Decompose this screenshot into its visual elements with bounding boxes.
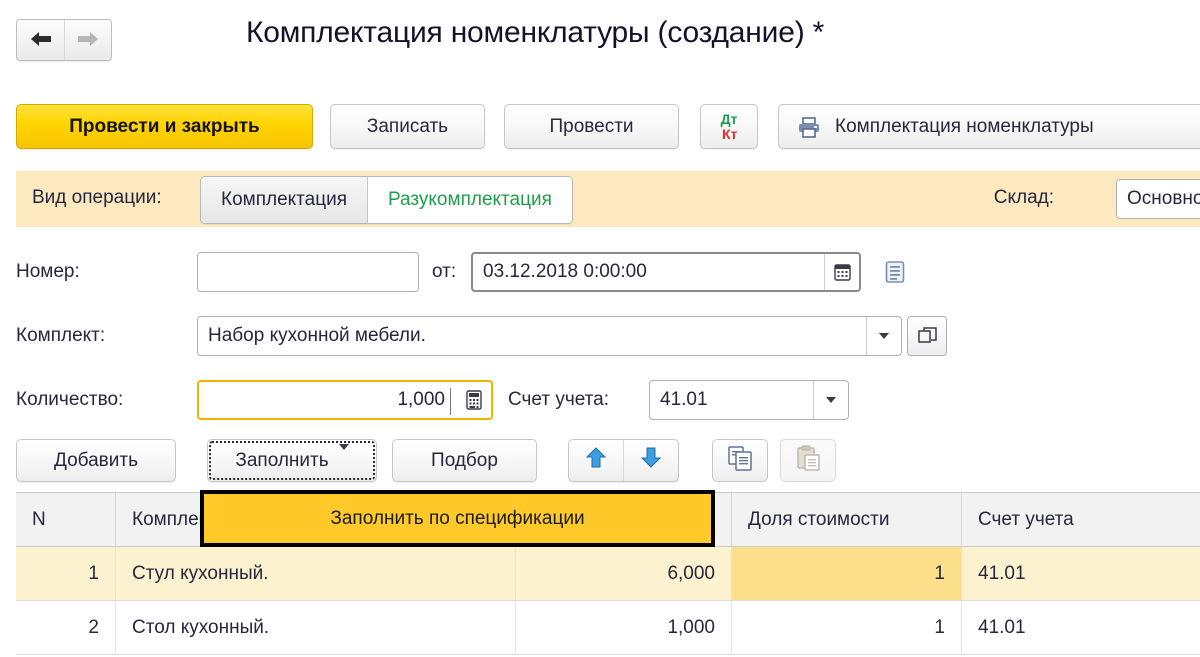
copy-button[interactable] — [712, 439, 768, 482]
operation-type-strip: Вид операции: Комплектация Разукомплекта… — [16, 171, 1200, 227]
arrow-down-icon — [640, 446, 662, 475]
fill-dropdown-menu: Заполнить по спецификации — [200, 490, 715, 547]
page-title: Комплектация номенклатуры (создание) * — [246, 16, 824, 50]
arrow-left-icon — [28, 30, 54, 51]
copy-icon — [727, 445, 753, 476]
warehouse-label: Склад: — [994, 187, 1054, 209]
post-button[interactable]: Провести — [504, 104, 679, 149]
fill-button-label: Заполнить — [235, 450, 328, 472]
account-value: 41.01 — [660, 389, 708, 411]
operation-type-label: Вид операции: — [32, 187, 162, 209]
debit-label: Дт — [721, 112, 738, 126]
column-header-account[interactable]: Счет учета — [962, 493, 1200, 546]
cell-cost-share[interactable]: 1 — [732, 601, 962, 654]
move-buttons — [568, 439, 679, 482]
account-label: Счет учета: — [508, 389, 609, 411]
table-row[interactable]: 1 Стул кухонный. 6,000 1 41.01 — [16, 547, 1200, 601]
column-header-cost-share[interactable]: Доля стоимости — [732, 493, 962, 546]
notes-icon[interactable] — [875, 252, 915, 292]
chevron-down-icon — [339, 450, 349, 472]
credit-label: Кт — [722, 127, 737, 141]
operation-option-razukomplektaciya[interactable]: Разукомплектация — [368, 177, 572, 223]
arrow-right-icon — [75, 30, 101, 51]
debit-credit-button[interactable]: Дт Кт — [700, 104, 758, 149]
save-button[interactable]: Записать — [330, 104, 485, 149]
cell-quantity[interactable]: 1,000 — [516, 601, 732, 654]
move-down-button[interactable] — [623, 440, 678, 481]
quantity-label: Количество: — [16, 389, 123, 411]
quantity-input[interactable]: 1,000 — [197, 380, 493, 420]
cell-account[interactable]: 41.01 — [962, 601, 1200, 654]
add-button[interactable]: Добавить — [16, 439, 176, 482]
printer-icon — [797, 116, 821, 138]
quantity-value: 1,000 — [397, 389, 445, 411]
chevron-down-icon[interactable] — [813, 381, 848, 419]
cell-quantity[interactable]: 6,000 — [516, 547, 732, 600]
account-input[interactable]: 41.01 — [649, 380, 849, 420]
fill-button[interactable]: Заполнить — [207, 439, 377, 482]
dt-kt-icon: Дт Кт — [721, 112, 738, 141]
arrow-up-icon — [585, 446, 607, 475]
calendar-icon[interactable] — [824, 254, 859, 290]
form-window: Комплектация номенклатуры (создание) * П… — [0, 0, 1200, 657]
kit-label: Комплект: — [16, 325, 105, 347]
paste-button[interactable] — [780, 439, 836, 482]
post-and-close-button[interactable]: Провести и закрыть — [16, 104, 313, 149]
cell-row-number: 1 — [16, 547, 116, 600]
table-row[interactable]: 2 Стол кухонный. 1,000 1 41.01 — [16, 601, 1200, 655]
navigation-buttons — [16, 19, 112, 61]
operation-option-komplektaciya[interactable]: Комплектация — [201, 177, 368, 223]
cell-row-number: 2 — [16, 601, 116, 654]
open-form-icon[interactable] — [907, 316, 947, 356]
calculator-icon[interactable] — [457, 382, 491, 418]
command-bar: Провести и закрыть Записать Провести Дт … — [0, 104, 1200, 152]
operation-type-switch: Комплектация Разукомплектация — [200, 176, 573, 224]
kit-input[interactable]: Набор кухонной мебели. — [197, 316, 902, 356]
date-prefix-label: от: — [432, 261, 456, 283]
warehouse-field[interactable]: Основной скл — [1116, 179, 1200, 219]
cell-cost-share[interactable]: 1 — [732, 547, 962, 600]
print-button[interactable]: Комплектация номенклатуры — [778, 104, 1200, 149]
menu-item-fill-by-specification[interactable]: Заполнить по спецификации — [330, 508, 584, 530]
number-input[interactable] — [197, 252, 419, 292]
date-input[interactable]: 03.12.2018 0:00:00 — [471, 252, 861, 292]
back-button[interactable] — [17, 20, 64, 60]
forward-button[interactable] — [64, 20, 111, 60]
paste-icon — [795, 445, 821, 476]
clipboard-buttons — [712, 439, 836, 482]
move-up-button[interactable] — [569, 440, 623, 481]
title-bar: Комплектация номенклатуры (создание) * — [0, 0, 1200, 82]
cell-account[interactable]: 41.01 — [962, 547, 1200, 600]
select-button[interactable]: Подбор — [392, 439, 537, 482]
date-value: 03.12.2018 0:00:00 — [483, 261, 647, 283]
text-cursor — [450, 388, 451, 415]
print-button-label: Комплектация номенклатуры — [835, 116, 1094, 138]
cell-item-name[interactable]: Стул кухонный. — [116, 547, 516, 600]
column-header-n[interactable]: N — [16, 493, 116, 546]
kit-value: Набор кухонной мебели. — [208, 325, 426, 347]
cell-item-name[interactable]: Стол кухонный. — [116, 601, 516, 654]
chevron-down-icon[interactable] — [866, 317, 901, 355]
number-label: Номер: — [16, 261, 80, 283]
